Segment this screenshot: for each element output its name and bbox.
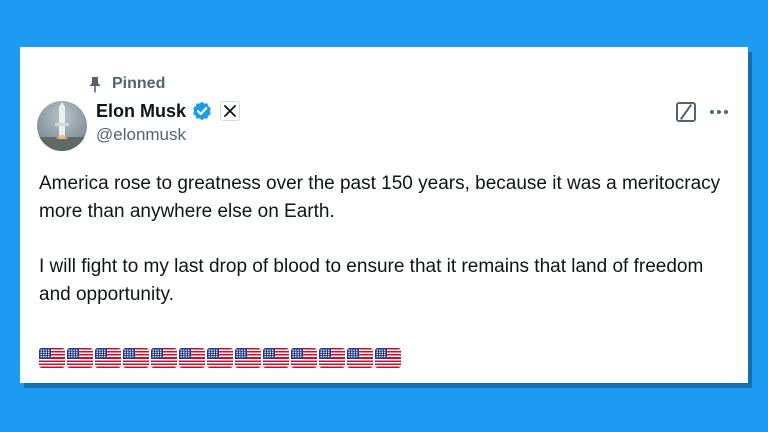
- verified-badge-icon[interactable]: [192, 101, 212, 121]
- us-flag-emoji: [95, 348, 121, 368]
- us-flag-emoji: [67, 348, 93, 368]
- avatar-image: [37, 102, 87, 151]
- pinned-label: Pinned: [112, 75, 166, 92]
- grok-icon[interactable]: [676, 102, 696, 122]
- tweet-text: America rose to greatness over the past …: [39, 170, 729, 336]
- author-handle[interactable]: @elonmusk: [96, 125, 240, 145]
- author-block: Elon Musk @elonmusk: [96, 99, 241, 145]
- us-flag-emoji: [179, 348, 205, 368]
- us-flag-emoji-row: [39, 348, 401, 368]
- tweet-paragraph: America rose to greatness over the past …: [39, 173, 721, 222]
- us-flag-emoji: [319, 348, 345, 368]
- tweet-paragraph: I will fight to my last drop of blood to…: [39, 256, 704, 305]
- us-flag-emoji: [291, 348, 317, 368]
- more-options-icon[interactable]: [710, 110, 728, 114]
- tweet-card[interactable]: Pinned Elon Musk @elonmusk America rose …: [20, 47, 748, 383]
- pin-icon: [88, 76, 102, 93]
- us-flag-emoji: [123, 348, 149, 368]
- us-flag-emoji: [347, 348, 373, 368]
- us-flag-emoji: [375, 348, 401, 368]
- us-flag-emoji: [235, 348, 261, 368]
- us-flag-emoji: [207, 348, 233, 368]
- us-flag-emoji: [263, 348, 289, 368]
- pinned-indicator: Pinned: [88, 75, 165, 93]
- us-flag-emoji: [151, 348, 177, 368]
- tweet-actions: [676, 102, 728, 122]
- author-name-row: Elon Musk: [96, 99, 241, 123]
- author-display-name[interactable]: Elon Musk: [96, 101, 186, 122]
- avatar[interactable]: [37, 101, 87, 151]
- us-flag-emoji: [39, 348, 65, 368]
- x-logo-icon[interactable]: [220, 101, 241, 121]
